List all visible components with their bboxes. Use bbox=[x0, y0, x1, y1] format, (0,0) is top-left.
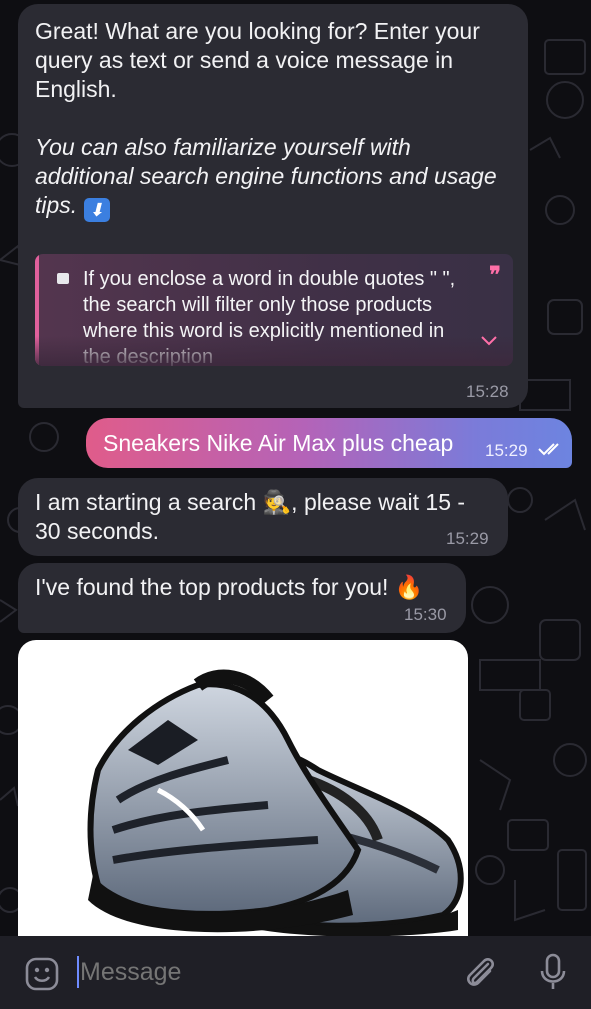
double-check-icon bbox=[538, 443, 559, 456]
searching-text: I am starting a search 🕵, please wait 15… bbox=[35, 489, 466, 544]
incoming-message-searching: I am starting a search 🕵, please wait 15… bbox=[18, 478, 508, 556]
sneaker-image[interactable] bbox=[18, 640, 468, 940]
emoji-icon[interactable] bbox=[24, 956, 60, 992]
quote-mark-icon: ❞ bbox=[489, 262, 501, 287]
microphone-icon[interactable] bbox=[538, 952, 568, 992]
message-time: 15:29 bbox=[446, 529, 489, 548]
product-image-message[interactable] bbox=[18, 640, 468, 940]
paperclip-icon[interactable] bbox=[462, 954, 498, 992]
outgoing-message: Sneakers Nike Air Max plus cheap 15:29 bbox=[86, 418, 572, 468]
message-input[interactable] bbox=[76, 954, 440, 990]
incoming-message-intro: Great! What are you looking for? Enter y… bbox=[18, 4, 528, 408]
outgoing-text: Sneakers Nike Air Max plus cheap bbox=[103, 430, 454, 456]
message-composer bbox=[0, 936, 591, 1009]
message-time: 15:29 bbox=[485, 441, 528, 460]
chevron-down-icon[interactable] bbox=[481, 336, 497, 346]
incoming-message-found: I've found the top products for you! 🔥 1… bbox=[18, 563, 466, 633]
message-time: 15:28 bbox=[466, 382, 509, 401]
quote-fade bbox=[35, 336, 513, 366]
tips-paragraph: You can also familiarize yourself with a… bbox=[35, 133, 515, 222]
found-text: I've found the top products for you! 🔥 bbox=[35, 574, 424, 600]
bullet-icon bbox=[57, 273, 69, 284]
expandable-quote[interactable]: If you enclose a word in double quotes "… bbox=[35, 254, 513, 366]
intro-paragraph: Great! What are you looking for? Enter y… bbox=[35, 18, 480, 102]
message-time: 15:30 bbox=[404, 605, 447, 624]
down-arrow-emoji: ⬇ bbox=[83, 198, 110, 222]
